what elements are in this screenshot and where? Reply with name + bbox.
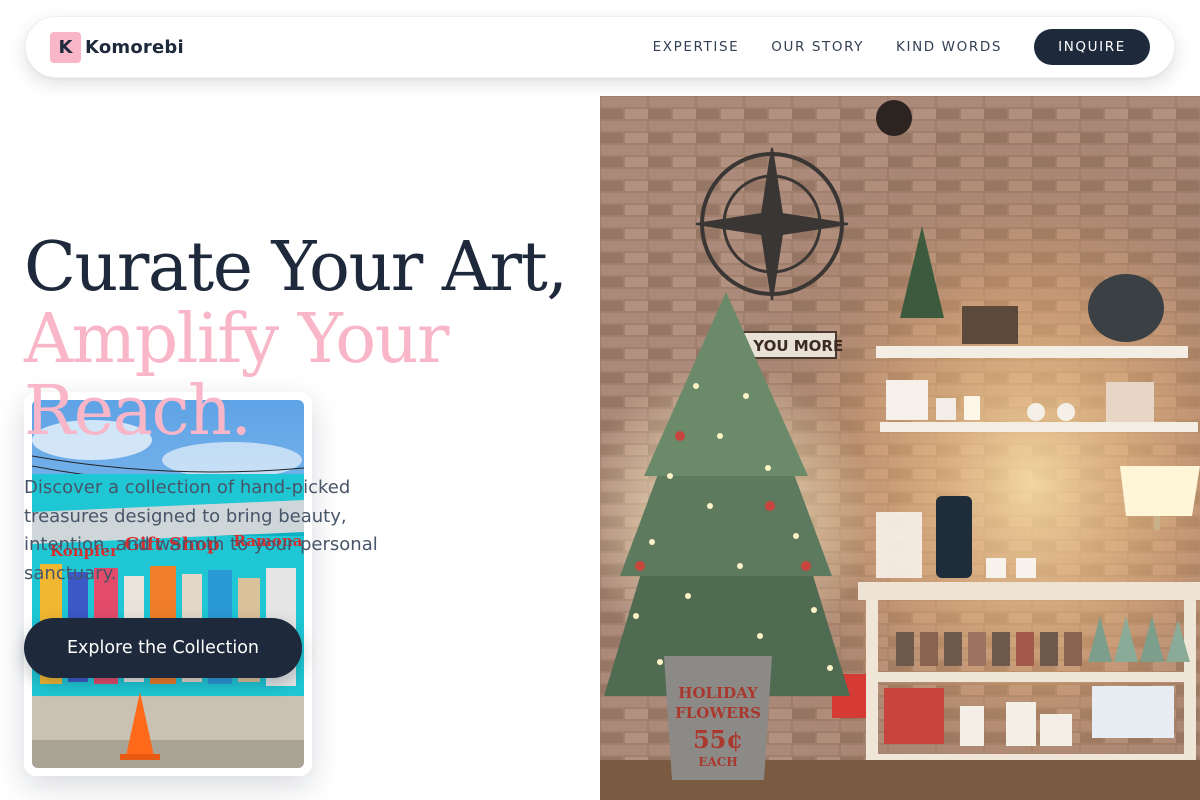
nav-link-kind-words[interactable]: KIND WORDS bbox=[896, 39, 1002, 55]
inquire-button[interactable]: INQUIRE bbox=[1034, 29, 1150, 65]
top-navbar: K Komorebi EXPERTISE OUR STORY KIND WORD… bbox=[25, 16, 1175, 78]
brand-logo[interactable]: K Komorebi bbox=[50, 31, 184, 63]
bucket-each: EACH bbox=[698, 755, 737, 769]
hero-photo: LOVE YOU MORE HOLIDAY FLOWERS 55¢ EACH bbox=[600, 96, 1200, 800]
nav-link-our-story[interactable]: OUR STORY bbox=[771, 39, 864, 55]
hero-subtext: Discover a collection of hand-picked tre… bbox=[24, 477, 378, 584]
hero-photo-illustration: LOVE YOU MORE HOLIDAY FLOWERS 55¢ EACH bbox=[600, 96, 1200, 800]
headline-line-2: Amplify Your Reach. bbox=[24, 300, 450, 451]
nav-link-expertise[interactable]: EXPERTISE bbox=[653, 39, 740, 55]
bucket-price: 55¢ bbox=[693, 725, 743, 754]
nav-links: EXPERTISE OUR STORY KIND WORDS INQUIRE bbox=[653, 29, 1150, 65]
brand-name: Komorebi bbox=[85, 36, 184, 58]
bucket-line1: HOLIDAY bbox=[678, 684, 758, 702]
logo-mark: K bbox=[50, 31, 81, 63]
headline-line-1: Curate Your Art, bbox=[24, 228, 568, 307]
explore-collection-button[interactable]: Explore the Collection bbox=[24, 618, 302, 678]
hero-headline: Curate Your Art, Amplify Your Reach. bbox=[24, 232, 584, 448]
bucket-line2: FLOWERS bbox=[675, 704, 761, 722]
